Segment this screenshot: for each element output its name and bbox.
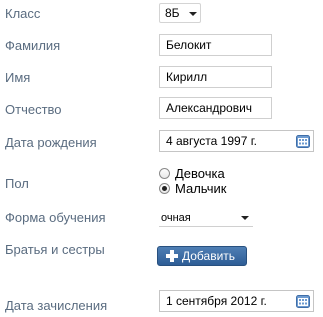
class-label: Класс	[5, 6, 41, 21]
last-name-label: Фамилия	[5, 38, 61, 53]
radio-male[interactable]	[159, 183, 170, 194]
enrollment-date-value: 1 сентября 2012 г.	[166, 294, 267, 308]
class-select[interactable]: 8Б	[159, 3, 201, 23]
study-form-label: Форма обучения	[5, 210, 106, 225]
patronymic-label: Отчество	[5, 102, 62, 117]
chevron-down-icon	[189, 12, 197, 16]
enrollment-date-label: Дата зачисления	[5, 298, 108, 313]
last-name-field[interactable]: Белокит	[159, 34, 272, 56]
radio-female[interactable]	[159, 168, 170, 179]
first-name-label: Имя	[5, 70, 31, 85]
siblings-label: Братья и сестры	[5, 242, 105, 257]
calendar-icon[interactable]	[296, 294, 310, 308]
patronymic-field[interactable]: Александрович	[159, 97, 272, 119]
birth-date-field[interactable]: 4 августа 1997 г.	[159, 130, 314, 152]
class-value: 8Б	[165, 6, 180, 20]
study-form-select[interactable]: очная	[159, 209, 253, 227]
calendar-icon[interactable]	[296, 134, 310, 148]
gender-label: Пол	[5, 176, 29, 191]
enrollment-date-field[interactable]: 1 сентября 2012 г.	[159, 290, 314, 312]
gender-option-label: Мальчик	[175, 181, 227, 196]
birth-date-value: 4 августа 1997 г.	[166, 134, 257, 148]
gender-option-label: Девочка	[175, 166, 225, 181]
study-form-value: очная	[161, 212, 191, 224]
add-sibling-button[interactable]: Добавить	[157, 246, 247, 266]
first-name-field[interactable]: Кирилл	[159, 66, 272, 88]
add-sibling-button-label: Добавить	[182, 249, 236, 263]
chevron-down-icon	[241, 216, 249, 220]
birth-date-label: Дата рождения	[5, 135, 97, 150]
plus-icon	[166, 250, 178, 262]
